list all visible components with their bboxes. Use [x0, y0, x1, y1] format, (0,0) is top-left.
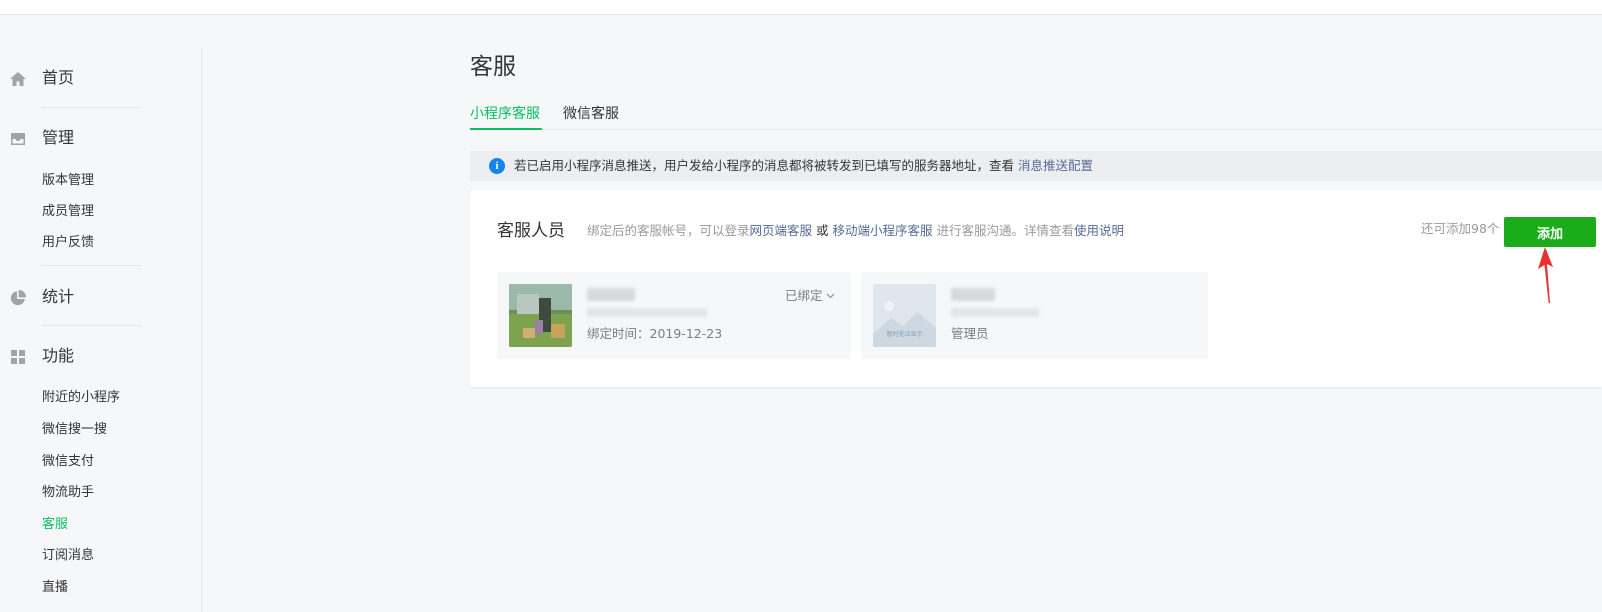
desc-text: 绑定后的客服帐号，可以登录 — [587, 223, 750, 238]
service-staff-panel: 客服人员 绑定后的客服帐号，可以登录网页端客服 或 移动端小程序客服 进行客服沟… — [470, 190, 1602, 387]
bind-status-label: 已绑定 — [785, 288, 823, 303]
sidebar-item-version[interactable]: 版本管理 — [42, 172, 94, 190]
panel-description: 绑定后的客服帐号，可以登录网页端客服 或 移动端小程序客服 进行客服沟通。详情查… — [587, 223, 1124, 239]
mobile-service-link[interactable]: 移动端小程序客服 — [832, 223, 932, 238]
web-service-link[interactable]: 网页端客服 — [750, 223, 813, 238]
sidebar-item-label: 功能 — [42, 346, 75, 365]
masked-nickname — [951, 288, 995, 301]
chevron-down-icon — [826, 293, 834, 299]
sidebar-item-live[interactable]: 直播 — [42, 579, 68, 597]
info-icon: i — [489, 158, 505, 174]
divider — [41, 265, 141, 266]
sidebar-item-manage[interactable]: 管理 — [0, 123, 202, 153]
divider — [41, 107, 141, 108]
staff-role: 管理员 — [951, 326, 989, 341]
push-config-link[interactable]: 消息推送配置 — [1018, 158, 1093, 173]
masked-wechat-id — [587, 308, 707, 317]
inbox-icon — [11, 133, 25, 145]
home-icon — [10, 72, 26, 86]
notice-body: 若已启用小程序消息推送，用户发给小程序的消息都将被转发到已填写的服务器地址，查看 — [514, 158, 1015, 173]
pie-chart-icon — [10, 289, 27, 306]
sidebar-item-members[interactable]: 成员管理 — [42, 203, 94, 221]
staff-card: 暂时无法显示 管理员 — [861, 272, 1208, 359]
sidebar-item-search[interactable]: 微信搜一搜 — [42, 421, 107, 439]
tab-wechat-service[interactable]: 微信客服 — [563, 104, 619, 124]
sidebar-item-pay[interactable]: 微信支付 — [42, 453, 94, 471]
sidebar-item-subscribe[interactable]: 订阅消息 — [42, 547, 94, 565]
annotation-arrow-icon — [1538, 247, 1553, 303]
bind-time: 绑定时间：2019-12-23 — [587, 326, 723, 341]
panel-title: 客服人员 — [497, 221, 565, 241]
placeholder-caption: 暂时无法显示 — [886, 330, 922, 338]
sidebar-item-nearby[interactable]: 附近的小程序 — [42, 389, 120, 407]
avatar — [509, 284, 572, 347]
sidebar-item-label: 统计 — [42, 287, 75, 306]
divider — [41, 325, 141, 326]
desc-text: 或 — [812, 223, 833, 238]
bind-status-dropdown[interactable]: 已绑定 — [785, 288, 835, 304]
sidebar-item-logistics[interactable]: 物流助手 — [42, 484, 94, 502]
notice-text: 若已启用小程序消息推送，用户发给小程序的消息都将被转发到已填写的服务器地址，查看… — [514, 158, 1093, 174]
staff-card: 绑定时间：2019-12-23 已绑定 — [497, 272, 851, 359]
avatar-placeholder: 暂时无法显示 — [873, 284, 936, 347]
tab-bar: 小程序客服 微信客服 — [470, 100, 1602, 130]
sidebar-item-features[interactable]: 功能 — [0, 341, 202, 371]
sidebar-item-customer-service[interactable]: 客服 — [42, 516, 68, 534]
sidebar-item-feedback[interactable]: 用户反馈 — [42, 234, 94, 252]
tab-miniprogram-service[interactable]: 小程序客服 — [470, 104, 540, 124]
info-notice: i 若已启用小程序消息推送，用户发给小程序的消息都将被转发到已填写的服务器地址，… — [470, 151, 1602, 181]
sidebar: 首页 管理 版本管理 成员管理 用户反馈 统计 功能 附近的小程序 微信搜一搜 … — [0, 48, 202, 612]
main-content: 客服 小程序客服 微信客服 i 若已启用小程序消息推送，用户发给小程序的消息都将… — [470, 0, 1602, 612]
add-button[interactable]: 添加 — [1504, 217, 1596, 247]
desc-text: 进行客服沟通。详情查看 — [932, 223, 1074, 238]
remaining-quota: 还可添加98个 — [1421, 221, 1500, 236]
masked-nickname — [587, 288, 635, 301]
sidebar-item-label: 首页 — [42, 68, 75, 87]
masked-wechat-id — [951, 308, 1039, 317]
usage-guide-link[interactable]: 使用说明 — [1074, 223, 1124, 238]
page-title: 客服 — [470, 54, 516, 80]
sidebar-item-stats[interactable]: 统计 — [0, 282, 202, 312]
sidebar-item-home[interactable]: 首页 — [0, 63, 202, 93]
grid-icon — [11, 350, 25, 364]
sidebar-item-label: 管理 — [42, 128, 75, 147]
active-tab-indicator — [470, 128, 542, 130]
